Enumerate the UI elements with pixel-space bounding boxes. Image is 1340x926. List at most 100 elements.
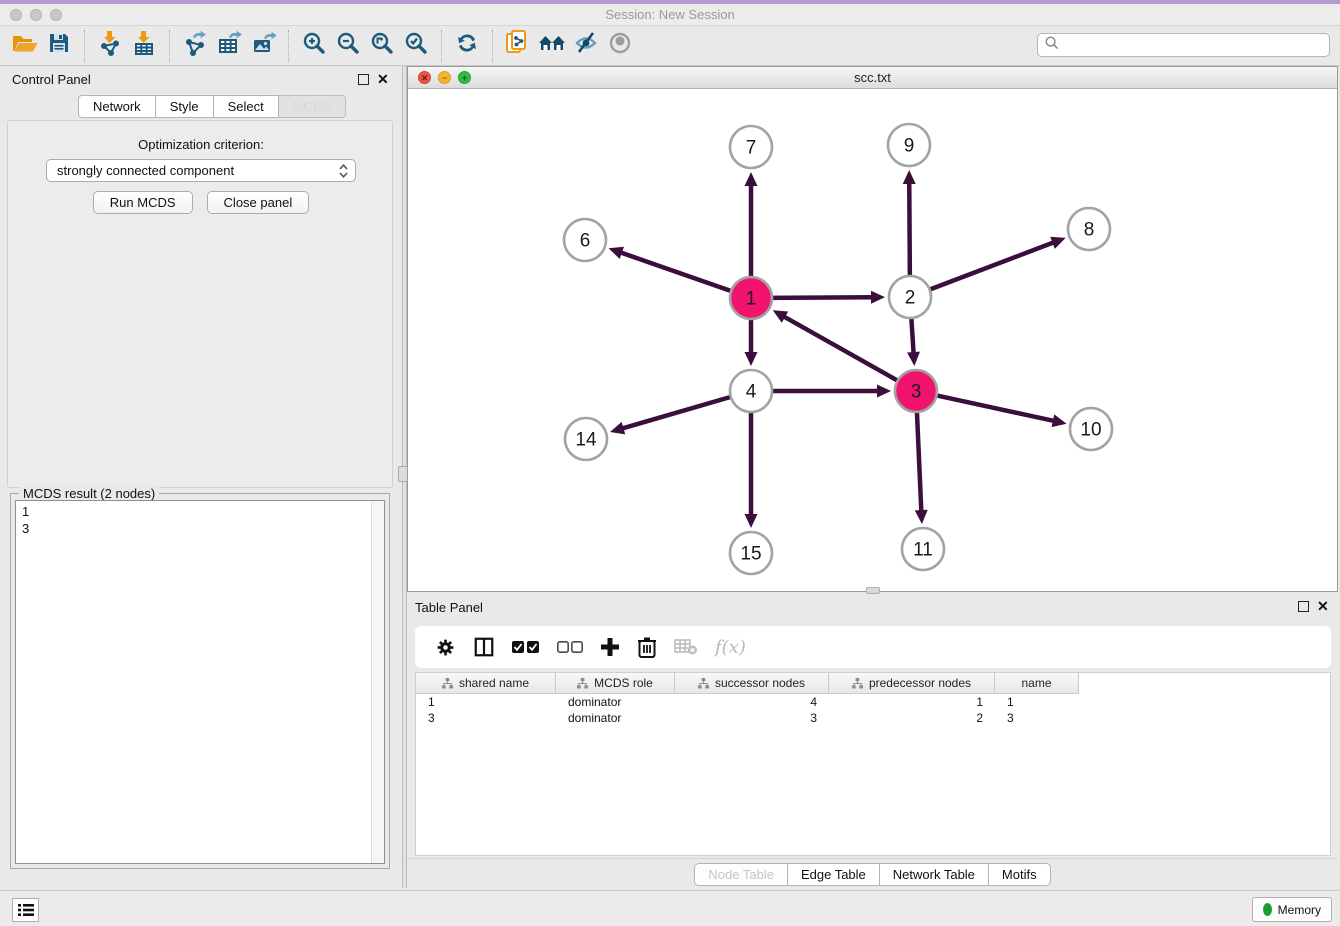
result-scrollbar[interactable] bbox=[371, 501, 384, 863]
table-cell[interactable]: 3 bbox=[416, 710, 556, 726]
graph-edge-3-1[interactable] bbox=[782, 316, 901, 383]
table-toolbar: f(x) bbox=[415, 626, 1331, 668]
mcds-result-box[interactable]: 13 bbox=[15, 500, 385, 864]
import-network-icon bbox=[97, 30, 123, 61]
zoom-in-button[interactable] bbox=[297, 29, 331, 63]
graph-edge-2-3[interactable] bbox=[911, 314, 914, 355]
column-type-icon bbox=[852, 678, 863, 689]
new-network-from-selection-button[interactable] bbox=[501, 29, 535, 63]
float-panel-icon[interactable] bbox=[358, 74, 369, 85]
table-cell[interactable]: 4 bbox=[675, 694, 829, 710]
graph-edge-arrowhead bbox=[610, 422, 625, 434]
control-panel-tabs: NetworkStyleSelectMCDS bbox=[78, 95, 346, 118]
zoom-out-button[interactable] bbox=[331, 29, 365, 63]
houses-icon bbox=[537, 31, 567, 60]
search-box[interactable] bbox=[1037, 33, 1330, 57]
result-line: 1 bbox=[22, 503, 378, 520]
table-cell[interactable]: 3 bbox=[675, 710, 829, 726]
select-all-checks-icon[interactable] bbox=[512, 640, 540, 654]
network-graph[interactable]: 1234678910111415 bbox=[408, 89, 1337, 591]
tab-mcds[interactable]: MCDS bbox=[279, 95, 346, 118]
column-header-MCDS-role[interactable]: MCDS role bbox=[556, 673, 675, 694]
graph-node-label: 1 bbox=[746, 289, 757, 310]
column-header-name[interactable]: name bbox=[995, 673, 1079, 694]
hide-details-button[interactable] bbox=[569, 29, 603, 63]
graph-edge-arrowhead bbox=[903, 170, 916, 184]
close-panel-button[interactable]: Close panel bbox=[207, 191, 310, 214]
zoom-selected-button[interactable] bbox=[399, 29, 433, 63]
tab-motifs[interactable]: Motifs bbox=[989, 863, 1051, 886]
import-table-button[interactable] bbox=[127, 29, 161, 63]
close-panel-icon[interactable]: ✕ bbox=[377, 74, 389, 85]
column-chooser-icon[interactable] bbox=[473, 636, 495, 658]
graph-node-label: 3 bbox=[911, 382, 922, 403]
import-network-button[interactable] bbox=[93, 29, 127, 63]
tab-network-table[interactable]: Network Table bbox=[880, 863, 989, 886]
tab-style[interactable]: Style bbox=[156, 95, 214, 118]
network-window-titlebar[interactable]: ✕ − + scc.txt bbox=[408, 67, 1337, 89]
list-icon bbox=[18, 903, 34, 917]
graph-edge-3-11[interactable] bbox=[917, 408, 922, 513]
export-image-button[interactable] bbox=[246, 29, 280, 63]
column-header-successor-nodes[interactable]: successor nodes bbox=[675, 673, 829, 694]
table-cell[interactable]: 3 bbox=[995, 710, 1079, 726]
network-canvas[interactable]: 1234678910111415 bbox=[408, 89, 1337, 591]
show-details-button[interactable] bbox=[603, 29, 637, 63]
graph-edge-2-8[interactable] bbox=[926, 242, 1055, 291]
export-table-button[interactable] bbox=[212, 29, 246, 63]
column-header-label: MCDS role bbox=[594, 676, 653, 690]
tab-node-table[interactable]: Node Table bbox=[694, 863, 788, 886]
refresh-layout-button[interactable] bbox=[450, 29, 484, 63]
table-row[interactable]: 1dominator411 bbox=[416, 694, 1330, 710]
zoom-fit-icon bbox=[369, 30, 395, 61]
zoom-selected-icon bbox=[403, 30, 429, 61]
graph-edge-1-2[interactable] bbox=[768, 297, 874, 298]
float-table-panel-icon[interactable] bbox=[1298, 601, 1309, 612]
tab-network[interactable]: Network bbox=[78, 95, 156, 118]
network-resize-handle[interactable] bbox=[866, 587, 880, 594]
network-view-window: ✕ − + scc.txt 1234678910111415 bbox=[407, 66, 1338, 592]
open-session-button[interactable] bbox=[8, 29, 42, 63]
deselect-checks-icon[interactable] bbox=[557, 641, 583, 654]
graph-edge-4-14[interactable] bbox=[621, 396, 735, 429]
settings-gear-icon[interactable] bbox=[435, 637, 456, 658]
column-header-shared-name[interactable]: shared name bbox=[416, 673, 556, 694]
table-row[interactable]: 3dominator323 bbox=[416, 710, 1330, 726]
memory-button[interactable]: Memory bbox=[1252, 897, 1332, 922]
refresh-icon bbox=[454, 30, 480, 61]
delete-column-icon[interactable] bbox=[637, 636, 657, 658]
tab-edge-table[interactable]: Edge Table bbox=[788, 863, 880, 886]
save-icon bbox=[47, 31, 71, 60]
graph-edge-arrowhead bbox=[745, 514, 758, 528]
first-neighbors-button[interactable] bbox=[535, 29, 569, 63]
zoom-fit-button[interactable] bbox=[365, 29, 399, 63]
table-cell[interactable]: 2 bbox=[829, 710, 995, 726]
node-table[interactable]: shared name MCDS role successor nodesprede… bbox=[415, 672, 1331, 856]
graph-edge-2-9[interactable] bbox=[909, 181, 910, 280]
close-table-panel-icon[interactable]: ✕ bbox=[1317, 601, 1329, 612]
toolbar-separator bbox=[441, 30, 442, 62]
table-cell[interactable]: dominator bbox=[556, 710, 675, 726]
table-cell[interactable]: 1 bbox=[416, 694, 556, 710]
mcds-result-group: MCDS result (2 nodes) 13 bbox=[10, 493, 390, 869]
graph-edge-arrowhead bbox=[877, 385, 891, 398]
tab-select[interactable]: Select bbox=[214, 95, 279, 118]
export-network-button[interactable] bbox=[178, 29, 212, 63]
eye-icon bbox=[607, 30, 633, 61]
table-cell[interactable]: 1 bbox=[995, 694, 1079, 710]
save-session-button[interactable] bbox=[42, 29, 76, 63]
table-cell[interactable]: 1 bbox=[829, 694, 995, 710]
table-cell[interactable]: dominator bbox=[556, 694, 675, 710]
add-column-icon[interactable] bbox=[600, 637, 620, 657]
function-builder-icon: f(x) bbox=[715, 637, 746, 658]
search-input[interactable] bbox=[1060, 37, 1323, 53]
task-history-button[interactable] bbox=[12, 898, 39, 922]
criterion-select[interactable]: strongly connected component bbox=[46, 159, 356, 182]
graph-node-label: 11 bbox=[913, 540, 933, 561]
graph-edge-3-10[interactable] bbox=[933, 395, 1056, 422]
column-header-predecessor-nodes[interactable]: predecessor nodes bbox=[829, 673, 995, 694]
run-mcds-button[interactable]: Run MCDS bbox=[93, 191, 193, 214]
graph-edge-1-6[interactable] bbox=[619, 252, 735, 293]
graph-node-label: 14 bbox=[575, 430, 597, 451]
status-bar: Memory bbox=[0, 890, 1340, 926]
